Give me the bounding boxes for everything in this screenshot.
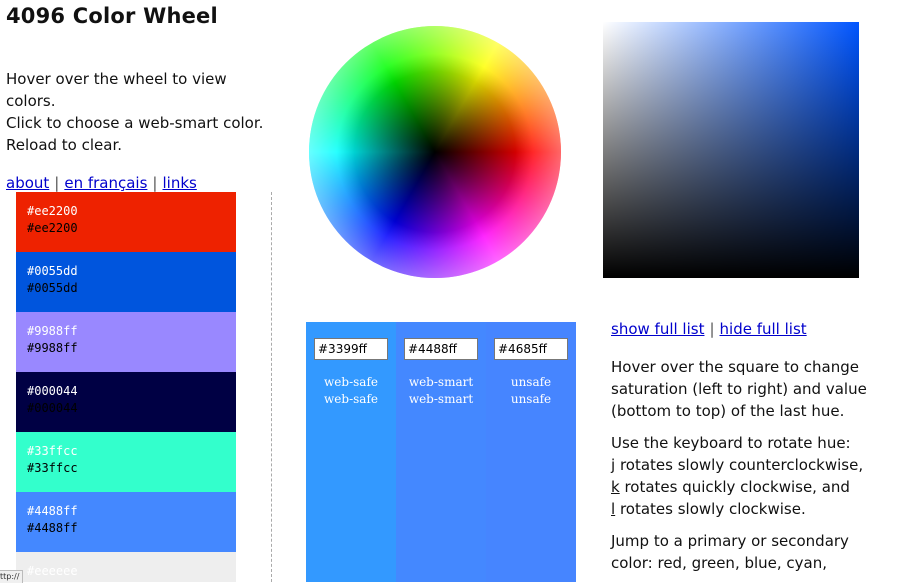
web-smart-column: web-smart web-smart	[396, 322, 486, 582]
intro-text: Hover over the wheel to view colors. Cli…	[6, 68, 264, 156]
swatch-label-dark: #0055dd	[27, 281, 78, 295]
swatch-label-light: #33ffcc	[27, 444, 78, 458]
swatch-label-light: #eeeeee	[27, 564, 78, 578]
unsafe-hex-input[interactable]	[494, 338, 568, 360]
column-label: web-smart	[408, 375, 474, 389]
color-swatch[interactable]: #ee2200 #ee2200	[16, 192, 236, 252]
column-label: unsafe	[510, 375, 552, 389]
value-gradient	[603, 22, 859, 278]
help-line: Jump to a primary or secondary	[611, 532, 849, 550]
key-hint: k rotates quickly clockwise, and	[611, 476, 901, 498]
web-safe-column: web-safe web-safe	[306, 322, 396, 582]
swatch-label-light: #4488ff	[27, 504, 78, 518]
column-label: web-safe	[324, 375, 378, 389]
column-divider	[271, 192, 272, 582]
links-link[interactable]: links	[162, 174, 196, 192]
link-separator: |	[54, 174, 60, 192]
swatch-label-dark: #000044	[27, 401, 78, 415]
column-label: web-safe	[324, 392, 378, 406]
color-swatch[interactable]: #0055dd #0055dd	[16, 252, 236, 312]
list-links: show full list | hide full list	[611, 320, 807, 338]
help-line: color: red, green, blue, cyan,	[611, 554, 828, 572]
color-compare-panel: web-safe web-safe web-smart web-smart un…	[306, 322, 576, 582]
key-hint: l rotates slowly clockwise.	[611, 498, 901, 520]
french-link[interactable]: en français	[64, 174, 147, 192]
unsafe-column: unsafe unsafe	[486, 322, 576, 582]
color-swatch[interactable]: #4488ff #4488ff	[16, 492, 236, 552]
swatch-label-dark: #33ffcc	[27, 461, 78, 475]
color-swatch[interactable]: #33ffcc #33ffcc	[16, 432, 236, 492]
web-smart-hex-input[interactable]	[404, 338, 478, 360]
color-swatch[interactable]: #000044 #000044	[16, 372, 236, 432]
swatch-label-light: #000044	[27, 384, 78, 398]
help-line: Hover over the square to change	[611, 358, 859, 376]
page-title: 4096 Color Wheel	[6, 4, 218, 28]
intro-line: Reload to clear.	[6, 136, 123, 154]
show-full-list-link[interactable]: show full list	[611, 320, 704, 338]
swatch-label-light: #0055dd	[27, 264, 78, 278]
color-wheel[interactable]	[309, 26, 561, 278]
key-description: rotates slowly counterclockwise,	[615, 456, 864, 474]
help-paragraph: Hover over the square to change saturati…	[611, 356, 901, 422]
swatch-label-light: #9988ff	[27, 324, 78, 338]
swatch-label-dark: #ee2200	[27, 221, 78, 235]
link-separator: |	[152, 174, 158, 192]
top-links: about | en français | links	[6, 174, 197, 192]
about-link[interactable]: about	[6, 174, 49, 192]
color-swatch[interactable]: #9988ff #9988ff	[16, 312, 236, 372]
key-description: rotates quickly clockwise, and	[619, 478, 850, 496]
hide-full-list-link[interactable]: hide full list	[720, 320, 807, 338]
column-label: web-smart	[408, 392, 474, 406]
key-letter: k	[611, 478, 620, 496]
swatch-label-dark: #9988ff	[27, 341, 78, 355]
color-swatch[interactable]: #eeeeee	[16, 552, 236, 582]
help-paragraph: Use the keyboard to rotate hue: j rotate…	[611, 432, 901, 520]
help-text: Hover over the square to change saturati…	[611, 356, 901, 584]
wheel-light-layer	[309, 26, 561, 278]
help-line: (bottom to top) of the last hue.	[611, 402, 845, 420]
help-line: Use the keyboard to rotate hue:	[611, 434, 851, 452]
key-description: rotates slowly clockwise.	[615, 500, 806, 518]
chosen-colors-list: #ee2200 #ee2200 #0055dd #0055dd #9988ff …	[16, 192, 236, 582]
help-line: saturation (left to right) and value	[611, 380, 867, 398]
intro-line: Click to choose a web-smart color.	[6, 114, 264, 132]
link-separator: |	[709, 320, 715, 338]
swatch-label-light: #ee2200	[27, 204, 78, 218]
key-hint: j rotates slowly counterclockwise,	[611, 454, 901, 476]
web-safe-hex-input[interactable]	[314, 338, 388, 360]
intro-line: colors.	[6, 92, 56, 110]
column-label: unsafe	[510, 392, 552, 406]
status-bar: ttp://	[0, 570, 23, 583]
intro-line: Hover over the wheel to view	[6, 70, 227, 88]
help-paragraph: Jump to a primary or secondary color: re…	[611, 530, 901, 574]
saturation-value-square[interactable]	[603, 22, 859, 278]
swatch-label-dark: #4488ff	[27, 521, 78, 535]
